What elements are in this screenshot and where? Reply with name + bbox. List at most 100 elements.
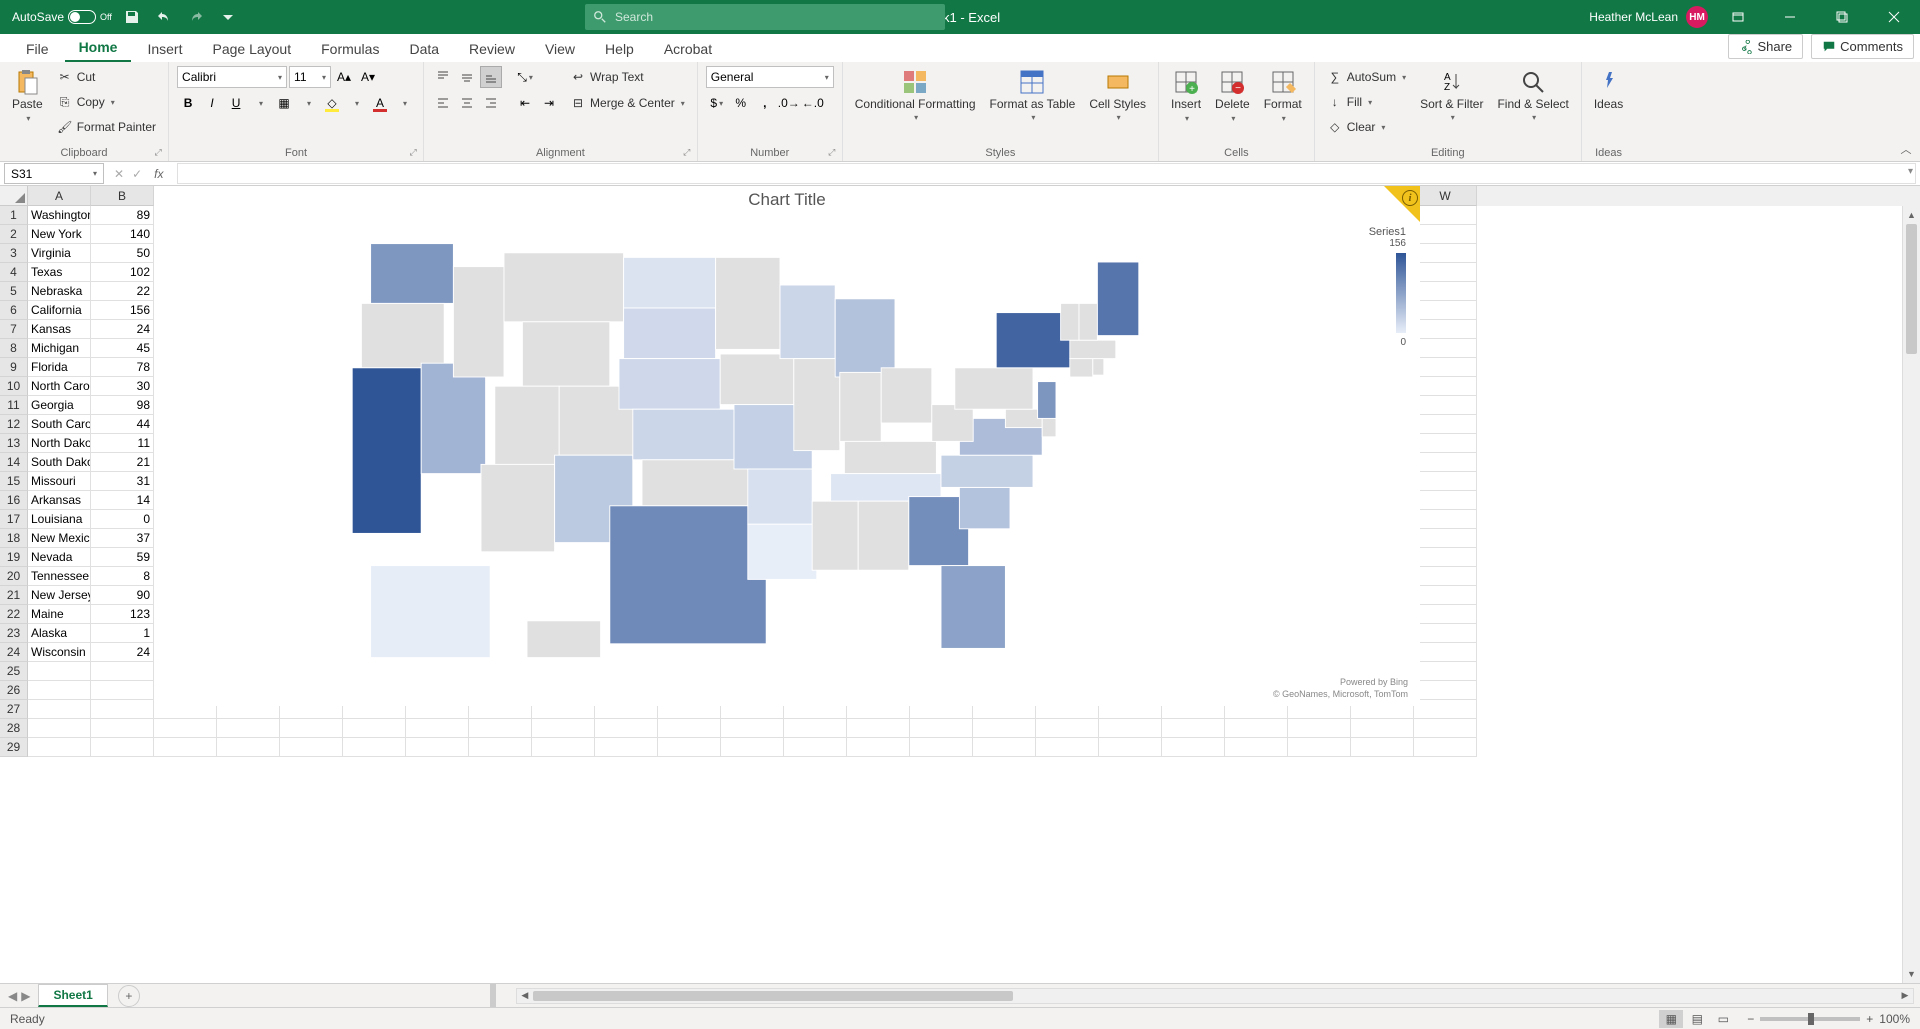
cell[interactable] [1414,396,1477,415]
state-alabama[interactable] [858,501,909,570]
cell[interactable]: 1 [91,624,154,643]
cell[interactable] [343,738,406,757]
cell[interactable] [469,719,532,738]
select-all-corner[interactable] [0,186,28,206]
state-minnesota[interactable] [716,257,780,349]
tab-split-handle[interactable] [490,984,496,1007]
comma-format-icon[interactable]: , [754,92,776,114]
page-break-view-icon[interactable]: ▭ [1711,1010,1735,1028]
state-south-dakota[interactable] [624,308,716,359]
page-layout-view-icon[interactable]: ▤ [1685,1010,1709,1028]
cell[interactable]: 156 [91,301,154,320]
state-texas[interactable] [610,506,766,644]
cell[interactable]: Arkansas [28,491,91,510]
cell[interactable]: California [28,301,91,320]
normal-view-icon[interactable]: ▦ [1659,1010,1683,1028]
cell[interactable]: 14 [91,491,154,510]
row-header[interactable]: 12 [0,415,28,434]
state-nebraska[interactable] [619,359,720,410]
cell[interactable] [1414,700,1477,719]
align-center-icon[interactable] [456,92,478,114]
cell[interactable]: North Carolina [28,377,91,396]
cell[interactable]: 11 [91,434,154,453]
cell[interactable] [1414,643,1477,662]
orientation-icon[interactable]: ⤡▾ [514,66,536,88]
italic-button[interactable]: I [201,92,223,114]
hscroll-thumb[interactable] [533,991,1013,1001]
state-kansas[interactable] [633,409,734,460]
percent-format-icon[interactable]: % [730,92,752,114]
autosum-button[interactable]: ∑AutoSum▾ [1323,66,1410,88]
border-dropdown[interactable]: ▾ [297,92,319,114]
cell[interactable]: Tennessee [28,567,91,586]
state-wisconsin[interactable] [780,285,835,359]
cell[interactable] [1414,301,1477,320]
cell[interactable]: 78 [91,358,154,377]
state-arkansas[interactable] [748,469,812,524]
ideas-button[interactable]: Ideas [1590,66,1627,113]
row-header[interactable]: 19 [0,548,28,567]
cell[interactable] [1414,453,1477,472]
cell[interactable] [1099,719,1162,738]
row-header[interactable]: 20 [0,567,28,586]
horizontal-scrollbar[interactable]: ◀ ▶ [516,988,1914,1004]
cell[interactable] [154,738,217,757]
state-maine[interactable] [1097,262,1138,336]
cell[interactable] [1414,206,1477,225]
cell[interactable] [1162,738,1225,757]
enter-formula-icon[interactable]: ✓ [132,167,142,181]
zoom-level[interactable]: 100% [1879,1012,1910,1026]
cell[interactable]: 8 [91,567,154,586]
insert-cells-button[interactable]: +Insert▾ [1167,66,1205,127]
cell[interactable]: Nevada [28,548,91,567]
cell[interactable]: Georgia [28,396,91,415]
state-wyoming[interactable] [522,322,609,386]
formula-bar[interactable]: ▾ [177,163,1916,184]
cell[interactable] [1288,719,1351,738]
user-name[interactable]: Heather McLean [1589,10,1678,24]
cell[interactable] [28,681,91,700]
tab-review[interactable]: Review [455,36,529,62]
cell[interactable] [1414,358,1477,377]
cell[interactable] [1414,529,1477,548]
name-box[interactable]: S31▾ [4,163,104,184]
cell[interactable] [1414,548,1477,567]
cell[interactable] [532,738,595,757]
tab-file[interactable]: File [12,36,63,62]
comments-button[interactable]: Comments [1811,34,1914,59]
state-maryland[interactable] [1005,409,1042,427]
cell[interactable] [1414,719,1477,738]
close-icon[interactable] [1872,0,1916,34]
paste-button[interactable]: Paste▾ [8,66,47,127]
clear-button[interactable]: ◇Clear▾ [1323,116,1410,138]
cell[interactable] [1414,244,1477,263]
map-chart[interactable]: i Chart Title Series1 156 0 Powered by B… [154,186,1420,706]
cell[interactable] [406,738,469,757]
tab-home[interactable]: Home [65,34,132,62]
cell[interactable] [1414,624,1477,643]
cell[interactable] [28,719,91,738]
row-header[interactable]: 25 [0,662,28,681]
row-header[interactable]: 27 [0,700,28,719]
save-icon[interactable] [120,5,144,29]
state-new-jersey[interactable] [1038,382,1056,419]
row-header[interactable]: 4 [0,263,28,282]
column-header-A[interactable]: A [28,186,91,206]
state-idaho[interactable] [453,267,504,377]
cell[interactable] [91,719,154,738]
row-header[interactable]: 22 [0,605,28,624]
row-header[interactable]: 13 [0,434,28,453]
cell[interactable] [1414,472,1477,491]
cell[interactable] [1414,681,1477,700]
cell[interactable] [784,719,847,738]
cell[interactable] [1414,263,1477,282]
cell[interactable]: 24 [91,320,154,339]
cell[interactable] [595,719,658,738]
fill-button[interactable]: ↓Fill▾ [1323,91,1410,113]
launcher-icon[interactable]: ⤢ [681,147,693,159]
tab-page-layout[interactable]: Page Layout [198,36,305,62]
cell[interactable] [1099,738,1162,757]
conditional-formatting-button[interactable]: Conditional Formatting▾ [851,66,980,124]
cell[interactable]: 89 [91,206,154,225]
spreadsheet-grid[interactable]: ABCDEFGHIJKLMNOPQRSTUVW 1Washington892Ne… [0,186,1920,983]
